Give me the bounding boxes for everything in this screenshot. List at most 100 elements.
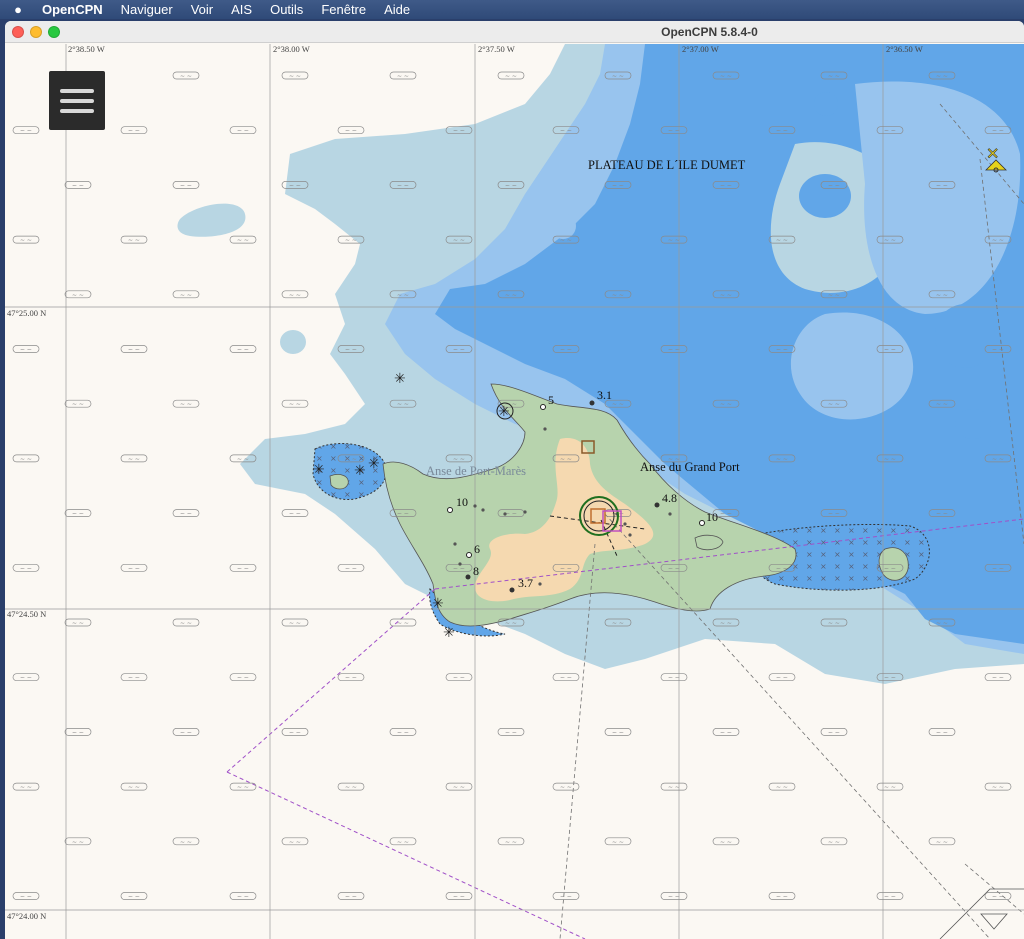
svg-text:~ ~: ~ ~ [992, 675, 1004, 682]
svg-text:~ ~: ~ ~ [936, 620, 948, 627]
seabed-symbol: ~ ~ [12, 454, 40, 463]
svg-text:~ ~: ~ ~ [720, 839, 732, 846]
chart-svg: × [5, 44, 1024, 939]
svg-text:~ ~: ~ ~ [128, 784, 140, 791]
svg-text:~ ~: ~ ~ [720, 511, 732, 518]
svg-text:~ ~: ~ ~ [776, 784, 788, 791]
lon-label: 2°38.50 W [68, 44, 105, 54]
shallow-patch-11 [177, 203, 246, 237]
svg-text:~ ~: ~ ~ [505, 620, 517, 627]
menu-app-name[interactable]: OpenCPN [36, 2, 112, 17]
svg-text:~ ~: ~ ~ [776, 565, 788, 572]
seabed-symbol: ~ ~ [229, 235, 257, 244]
sounding-label: 5 [548, 393, 554, 407]
svg-text:~ ~: ~ ~ [828, 511, 840, 518]
seabed-symbol: ~ ~ [172, 837, 200, 846]
svg-text:~ ~: ~ ~ [397, 620, 409, 627]
svg-text:~ ~: ~ ~ [505, 511, 517, 518]
svg-text:~ ~: ~ ~ [397, 839, 409, 846]
seabed-symbol: ~ ~ [712, 837, 740, 846]
menu-naviguer[interactable]: Naviguer [112, 2, 182, 17]
seabed-symbol: ~ ~ [552, 673, 580, 682]
menu-aide[interactable]: Aide [375, 2, 419, 17]
rock-icon: ✳ [498, 404, 510, 420]
svg-text:~ ~: ~ ~ [20, 128, 32, 135]
menu-bar: ● OpenCPN Naviguer Voir AIS Outils Fenêt… [0, 0, 1024, 19]
seabed-symbol: ~ ~ [12, 126, 40, 135]
svg-text:~ ~: ~ ~ [237, 675, 249, 682]
seabed-symbol: ~ ~ [820, 837, 848, 846]
seabed-symbol: ~ ~ [768, 892, 796, 901]
seabed-symbol: ~ ~ [12, 563, 40, 572]
svg-text:~ ~: ~ ~ [828, 729, 840, 736]
seabed-symbol: ~ ~ [281, 399, 309, 408]
svg-text:~ ~: ~ ~ [612, 292, 624, 299]
seabed-symbol: ~ ~ [445, 673, 473, 682]
seabed-symbol: ~ ~ [389, 71, 417, 80]
svg-text:~ ~: ~ ~ [453, 565, 465, 572]
svg-text:~ ~: ~ ~ [776, 347, 788, 354]
svg-text:~ ~: ~ ~ [237, 784, 249, 791]
seabed-symbol: ~ ~ [229, 892, 257, 901]
seabed-symbol: ~ ~ [229, 345, 257, 354]
menu-ais[interactable]: AIS [222, 2, 261, 17]
svg-text:~ ~: ~ ~ [289, 729, 301, 736]
svg-text:~ ~: ~ ~ [884, 565, 896, 572]
svg-text:~ ~: ~ ~ [612, 401, 624, 408]
seabed-symbol: ~ ~ [172, 181, 200, 189]
seabed-symbol: ~ ~ [876, 892, 904, 901]
seabed-symbol: ~ ~ [120, 782, 148, 791]
lon-label: 2°37.50 W [478, 44, 515, 54]
svg-text:~ ~: ~ ~ [828, 620, 840, 627]
lat-label: 47°24.00 N [7, 911, 46, 921]
seabed-symbol: ~ ~ [497, 71, 525, 80]
nautical-chart-canvas[interactable]: × [5, 44, 1024, 939]
svg-text:~ ~: ~ ~ [668, 675, 680, 682]
svg-text:~ ~: ~ ~ [180, 729, 192, 736]
apple-logo-icon[interactable]: ● [0, 2, 36, 17]
svg-text:~ ~: ~ ~ [720, 182, 732, 189]
svg-text:~ ~: ~ ~ [20, 347, 32, 354]
svg-text:~ ~: ~ ~ [560, 456, 572, 463]
seabed-symbol: ~ ~ [984, 782, 1012, 791]
seabed-symbol: ~ ~ [281, 837, 309, 846]
svg-text:~ ~: ~ ~ [72, 182, 84, 189]
shallow-patch-5 [799, 174, 851, 218]
rock-icon: ✳ [394, 371, 406, 387]
svg-text:~ ~: ~ ~ [884, 237, 896, 244]
svg-text:~ ~: ~ ~ [128, 237, 140, 244]
svg-text:~ ~: ~ ~ [180, 182, 192, 189]
hamburger-menu-icon[interactable] [49, 71, 105, 130]
lat-label: 47°24.50 N [7, 609, 46, 619]
lon-label: 2°37.00 W [682, 44, 719, 54]
seabed-symbol: ~ ~ [64, 837, 92, 846]
menu-outils[interactable]: Outils [261, 2, 312, 17]
svg-text:~ ~: ~ ~ [237, 894, 249, 901]
svg-text:~ ~: ~ ~ [72, 729, 84, 736]
menu-voir[interactable]: Voir [182, 2, 222, 17]
svg-text:~ ~: ~ ~ [289, 401, 301, 408]
seabed-symbol: ~ ~ [120, 345, 148, 354]
seabed-symbol: ~ ~ [984, 892, 1012, 901]
seabed-symbol: ~ ~ [281, 509, 309, 518]
svg-text:~ ~: ~ ~ [776, 237, 788, 244]
svg-text:~ ~: ~ ~ [992, 565, 1004, 572]
seabed-symbol: ~ ~ [229, 673, 257, 682]
menu-fenetre[interactable]: Fenêtre [312, 2, 375, 17]
seabed-symbol: ~ ~ [120, 235, 148, 244]
svg-text:~ ~: ~ ~ [560, 347, 572, 354]
seabed-symbol: ~ ~ [768, 782, 796, 791]
svg-text:~ ~: ~ ~ [397, 73, 409, 80]
seabed-symbol: ~ ~ [445, 782, 473, 791]
svg-text:~ ~: ~ ~ [237, 128, 249, 135]
seabed-symbol: ~ ~ [64, 618, 92, 627]
svg-text:~ ~: ~ ~ [505, 839, 517, 846]
lat-label: 47°25.00 N [7, 308, 46, 318]
svg-text:~ ~: ~ ~ [612, 620, 624, 627]
seabed-symbol: ~ ~ [281, 728, 309, 736]
svg-text:~ ~: ~ ~ [72, 401, 84, 408]
window-title: OpenCPN 5.8.4-0 [661, 25, 758, 39]
svg-text:~ ~: ~ ~ [180, 620, 192, 627]
seabed-symbol: ~ ~ [64, 728, 92, 736]
svg-text:~ ~: ~ ~ [668, 347, 680, 354]
